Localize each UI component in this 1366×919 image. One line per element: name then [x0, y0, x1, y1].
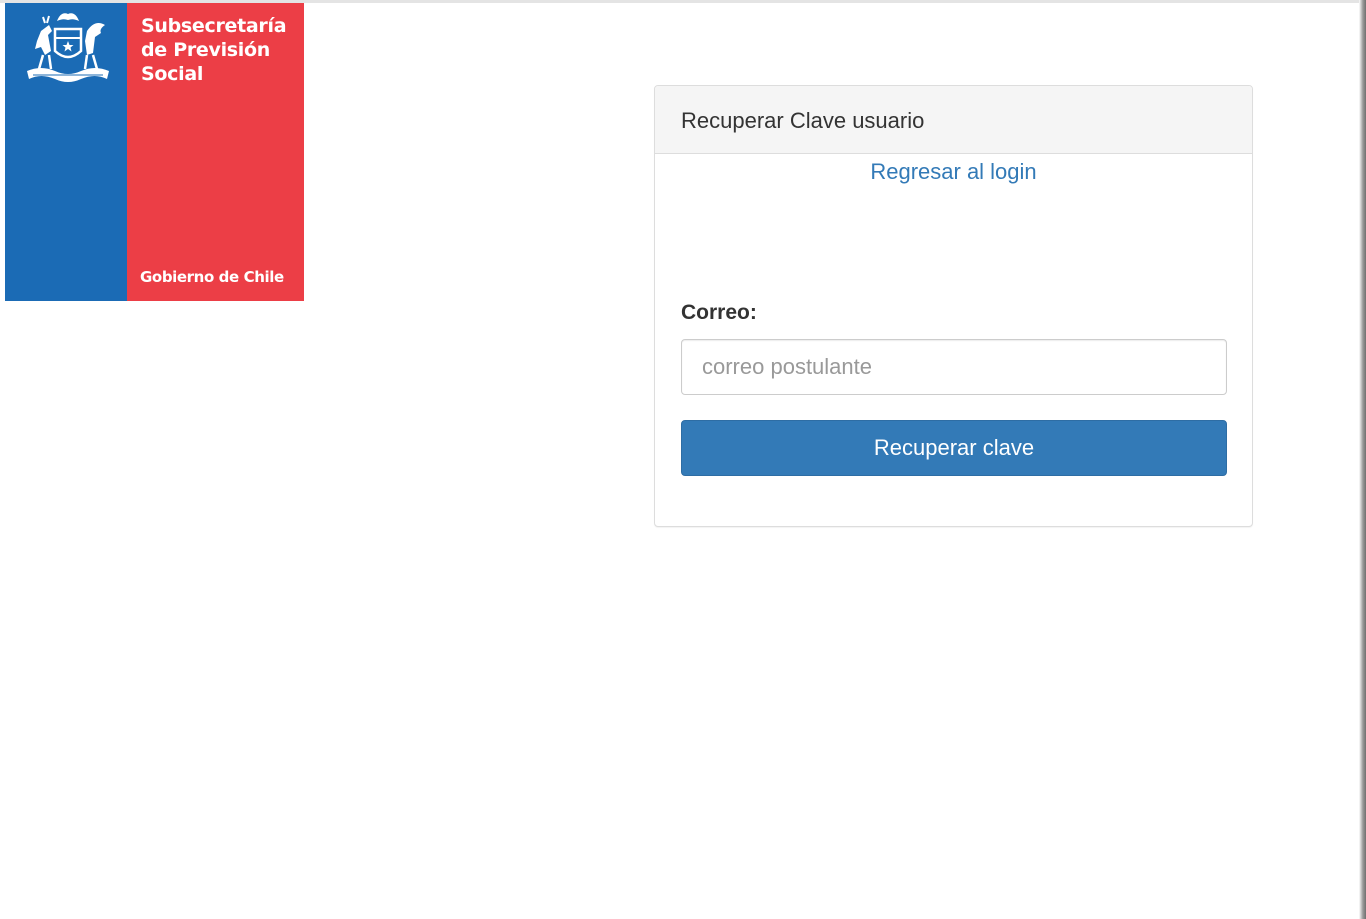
page: Subsecretaría de Previsión Social Gobier…: [0, 0, 1366, 919]
logo-red-band: Subsecretaría de Previsión Social Gobier…: [127, 3, 304, 301]
logo-blue-band: [5, 3, 127, 301]
government-logo: Subsecretaría de Previsión Social Gobier…: [5, 3, 304, 301]
panel-heading: Recuperar Clave usuario: [655, 86, 1252, 154]
email-label: Correo:: [681, 301, 757, 324]
window-edge-shadow: [1359, 0, 1366, 919]
recover-password-panel: Recuperar Clave usuario Regresar al logi…: [654, 85, 1253, 527]
logo-title: Subsecretaría de Previsión Social: [141, 15, 287, 85]
email-field[interactable]: [681, 339, 1227, 395]
recover-password-button[interactable]: Recuperar clave: [681, 420, 1227, 476]
back-to-login-link[interactable]: Regresar al login: [655, 159, 1252, 185]
chile-coat-of-arms-icon: [27, 13, 109, 82]
logo-footer: Gobierno de Chile: [140, 268, 284, 286]
